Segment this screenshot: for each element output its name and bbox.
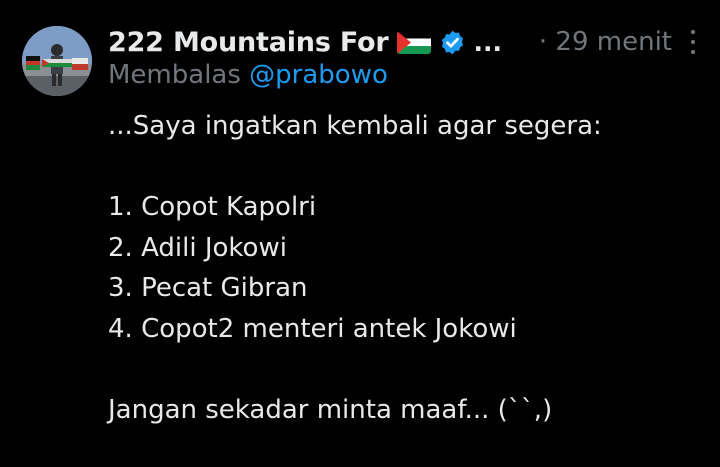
more-vertical-icon[interactable]: [686, 27, 700, 57]
reply-mention-link[interactable]: @prabowo: [249, 60, 388, 90]
avatar[interactable]: [22, 26, 92, 96]
tweet-text: ...Saya ingatkan kembali agar segera: 1.…: [108, 106, 708, 430]
tweet-line: Jangan sekadar minta maaf... (``,): [108, 394, 553, 425]
verified-badge-icon: [441, 30, 463, 54]
tweet-line: 1. Copot Kapolri: [108, 192, 317, 222]
reply-context: Membalas @prabowo: [108, 60, 388, 90]
reply-prefix: Membalas: [108, 60, 241, 90]
tweet[interactable]: 222 Mountains For ... · 29 menit Membala…: [0, 0, 720, 467]
tweet-line: 4. Copot2 menteri antek Jokowi: [108, 313, 517, 344]
timestamp[interactable]: · 29 menit: [539, 27, 672, 57]
palestine-flag-icon: [396, 30, 431, 54]
tweet-line: 3. Pecat Gibran: [108, 273, 308, 303]
tweet-header: 222 Mountains For ... · 29 menit: [108, 22, 700, 62]
tweet-line: ...Saya ingatkan kembali agar segera:: [108, 111, 602, 141]
display-name[interactable]: 222 Mountains For: [108, 27, 389, 58]
tweet-line: 2. Adili Jokowi: [108, 232, 287, 263]
tweet-line: [108, 147, 708, 188]
name-overflow: ...: [473, 27, 503, 57]
tweet-line: [108, 349, 708, 390]
